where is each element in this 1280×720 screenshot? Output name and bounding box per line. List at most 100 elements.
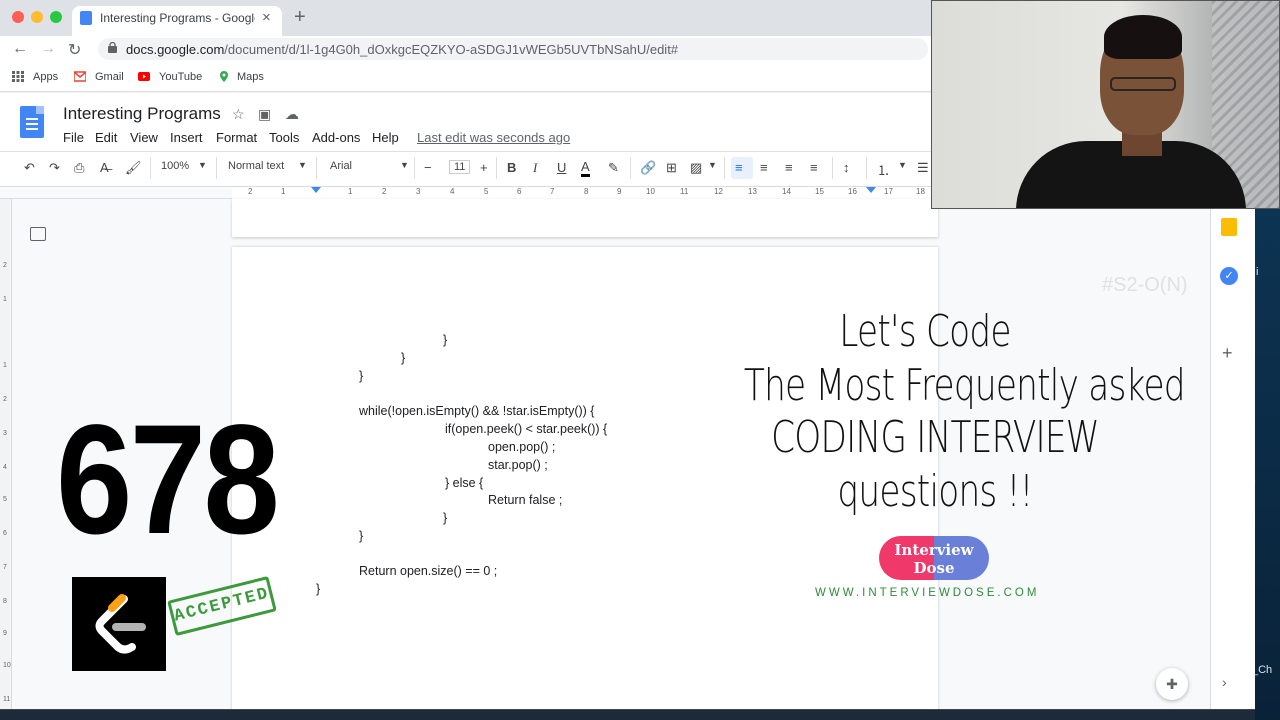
zoom-select[interactable]: 100% <box>161 160 189 172</box>
vruler-number: 10 <box>3 662 11 669</box>
brand-logo-text-line2: Dose <box>913 559 955 577</box>
numbered-list-icon[interactable]: ⒈ <box>877 160 890 179</box>
bulleted-list-icon[interactable]: ☰ <box>917 160 929 176</box>
vruler-number: 1 <box>3 362 7 369</box>
image-icon[interactable]: ▨ <box>690 160 702 176</box>
url-path: /document/d/1l-1g4G0h_dOxkgcEQZKYO-aSDGJ… <box>224 42 679 57</box>
align-right-icon[interactable]: ≡ <box>785 160 793 175</box>
cloud-saved-icon[interactable]: ☁ <box>285 106 299 123</box>
ruler-number: 8 <box>584 187 589 196</box>
forward-icon[interactable]: → <box>40 40 56 58</box>
chevron-right-icon[interactable]: › <box>1222 674 1227 690</box>
redo-icon[interactable]: ↷ <box>49 160 60 176</box>
vruler-number: 2 <box>3 262 7 269</box>
explore-icon[interactable]: ✚ <box>1156 668 1188 700</box>
bold-icon[interactable]: B <box>507 160 516 175</box>
code-line: } <box>359 529 364 543</box>
font-size-input[interactable]: 11 <box>449 160 471 174</box>
left-indent-marker[interactable] <box>311 187 321 193</box>
print-icon[interactable]: ⎙ <box>74 160 84 176</box>
toolbar-divider <box>216 157 217 179</box>
website-url: WWW.INTERVIEWDOSE.COM <box>815 587 1040 599</box>
ruler-number: 7 <box>550 187 555 196</box>
link-icon[interactable]: 🔗 <box>640 160 656 176</box>
interviewdose-logo: Interview Dose <box>879 536 989 580</box>
bookmark-gmail[interactable]: Gmail <box>95 71 124 83</box>
chevron-down-icon[interactable]: ▼ <box>898 160 907 170</box>
ruler-number: 11 <box>680 187 689 196</box>
apps-grid-icon <box>12 71 24 82</box>
bookmark-apps[interactable]: Apps <box>33 71 58 83</box>
menu-edit[interactable]: Edit <box>95 130 117 145</box>
italic-icon[interactable]: I <box>533 160 537 176</box>
code-line: } <box>359 369 364 383</box>
toolbar-divider <box>866 157 867 179</box>
tasks-icon[interactable]: ✓ <box>1220 267 1238 285</box>
menu-tools[interactable]: Tools <box>269 130 299 145</box>
text-color-icon[interactable]: A <box>581 160 590 177</box>
vruler-number: 5 <box>3 496 7 503</box>
comment-icon[interactable]: ⊞ <box>666 160 677 176</box>
presenter-glasses <box>1110 77 1176 91</box>
menu-format[interactable]: Format <box>216 130 257 145</box>
code-line: } <box>443 333 448 347</box>
ruler-number: 1 <box>281 187 286 196</box>
google-docs-logo-icon[interactable] <box>20 106 44 138</box>
menu-file[interactable]: File <box>63 130 84 145</box>
star-icon[interactable]: ☆ <box>232 106 245 123</box>
justify-icon[interactable]: ≡ <box>810 160 818 175</box>
style-select[interactable]: Normal text <box>228 160 284 172</box>
bookmark-maps[interactable]: Maps <box>237 71 264 83</box>
decrease-font-icon[interactable]: − <box>424 160 432 175</box>
document-title[interactable]: Interesting Programs <box>63 104 221 124</box>
align-center-icon[interactable]: ≡ <box>760 160 768 175</box>
menu-help[interactable]: Help <box>372 130 399 145</box>
code-line: open.pop() ; <box>488 440 556 454</box>
presenter-hair <box>1104 15 1182 59</box>
tagline-frequently-asked: The Most Frequently asked <box>743 360 1186 411</box>
line-spacing-icon[interactable]: ↕ <box>843 160 850 175</box>
code-line: } <box>443 511 448 525</box>
chevron-down-icon[interactable]: ▼ <box>708 160 717 170</box>
ruler-number: 15 <box>815 187 824 196</box>
vruler-number: 3 <box>3 430 7 437</box>
spellcheck-icon[interactable]: A̶ <box>100 160 109 175</box>
tagline-lets-code: Let's Code <box>839 306 1011 357</box>
keep-icon[interactable] <box>1221 218 1237 236</box>
close-window-button[interactable] <box>12 11 24 23</box>
underline-icon[interactable]: U <box>557 160 566 175</box>
right-indent-marker[interactable] <box>866 187 876 193</box>
maps-pin-icon <box>220 71 228 82</box>
chevron-down-icon[interactable]: ▼ <box>198 160 207 170</box>
undo-icon[interactable]: ↶ <box>24 160 35 176</box>
paint-format-icon[interactable]: 🖌 <box>125 160 142 176</box>
add-addon-icon[interactable]: + <box>1222 343 1233 364</box>
font-select[interactable]: Arial <box>330 160 352 172</box>
close-tab-icon[interactable]: × <box>262 9 271 26</box>
back-icon[interactable]: ← <box>12 40 28 58</box>
document-outline-icon[interactable] <box>30 227 46 241</box>
align-left-icon[interactable]: ≡ <box>735 160 743 175</box>
last-edit-link[interactable]: Last edit was seconds ago <box>417 130 570 145</box>
desktop-label: i <box>1256 266 1259 278</box>
menu-view[interactable]: View <box>130 130 158 145</box>
reload-icon[interactable]: ↻ <box>68 40 81 60</box>
move-folder-icon[interactable]: ▣ <box>258 106 271 123</box>
gmail-icon <box>74 71 86 82</box>
new-tab-icon[interactable]: + <box>294 6 306 29</box>
minimize-window-button[interactable] <box>31 11 43 23</box>
zoom-window-button[interactable] <box>50 11 62 23</box>
ruler-number: 1 <box>348 187 353 196</box>
menu-insert[interactable]: Insert <box>170 130 203 145</box>
chevron-down-icon[interactable]: ▼ <box>298 160 307 170</box>
docs-favicon-icon <box>80 11 92 25</box>
previous-page <box>232 199 938 237</box>
increase-font-icon[interactable]: + <box>480 160 488 175</box>
chevron-down-icon[interactable]: ▼ <box>400 160 409 170</box>
menu-addons[interactable]: Add-ons <box>312 130 360 145</box>
highlight-icon[interactable]: ✎ <box>608 160 619 176</box>
code-line: Return open.size() == 0 ; <box>359 564 498 578</box>
bookmark-youtube[interactable]: YouTube <box>159 71 202 83</box>
code-line: } <box>401 351 406 365</box>
vruler-number: 9 <box>3 630 7 637</box>
